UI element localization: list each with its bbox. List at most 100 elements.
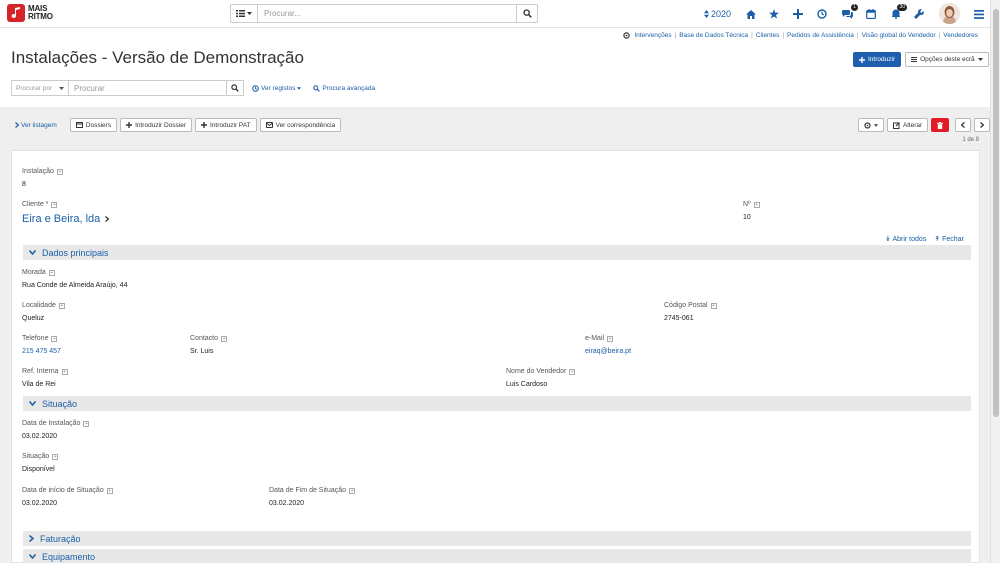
link-assistance-requests[interactable]: Pedidos de Assistência (787, 32, 854, 39)
view-records-dropdown[interactable]: Ver registos (252, 84, 302, 92)
link-clients[interactable]: Clientes (756, 32, 779, 39)
settings-button[interactable] (912, 7, 926, 21)
advanced-search-link[interactable]: Procura avançada (313, 85, 375, 92)
previous-record-button[interactable] (955, 118, 972, 132)
view-correspondence-button[interactable]: Ver correspondência (259, 118, 342, 132)
support-button[interactable]: 1 (840, 4, 858, 21)
expand-icon[interactable]: + (753, 201, 760, 208)
record-search-input[interactable]: Procurar (68, 80, 227, 96)
expand-icon[interactable]: + (56, 168, 63, 175)
locality-value: Queluz (22, 315, 45, 322)
installation-value: 8 (22, 181, 26, 188)
client-link[interactable]: Eira e Beira, lda (22, 213, 100, 225)
add-pat-button[interactable]: Introduzir PAT (195, 118, 257, 132)
field-label: Contacto (190, 335, 219, 342)
close-all-link[interactable]: ↟ Fechar (934, 235, 964, 243)
introduce-button[interactable]: Introduzir (853, 52, 902, 67)
expand-icon[interactable]: + (569, 368, 576, 375)
email-link[interactable]: eiraq@beira.pt (585, 348, 631, 355)
page-title: Instalações - Versão de Demonstração (11, 48, 304, 67)
seller-value: Luis Cardoso (506, 381, 548, 388)
view-list-link[interactable]: Ver listagem (15, 122, 57, 129)
record-search-button[interactable] (227, 80, 244, 96)
open-all-link[interactable]: ↡ Abrir todos (885, 235, 926, 243)
expand-icon[interactable]: + (61, 368, 68, 375)
global-search-input[interactable] (258, 5, 516, 22)
next-record-button[interactable] (974, 118, 991, 132)
eye-icon (252, 84, 259, 92)
record-actions: Alterar (858, 118, 991, 132)
plus-icon (201, 122, 208, 128)
favorites-button[interactable] (767, 7, 781, 21)
chevron-down-icon (29, 554, 36, 559)
add-dossier-button[interactable]: Introduzir Dossier (120, 118, 193, 132)
expand-icon[interactable]: + (106, 487, 113, 494)
record-card: Instalação + 8 Cliente * + Eira e Beira, l… (11, 150, 980, 563)
year-selector[interactable]: 2020 (704, 9, 731, 19)
gear-icon (864, 121, 871, 129)
expand-icon[interactable]: + (710, 302, 717, 309)
search-button[interactable] (516, 5, 537, 22)
search-scope-dropdown[interactable] (231, 5, 258, 22)
delete-button[interactable] (931, 118, 950, 132)
top-bar: MAISRITMO 2020 1 30 (0, 0, 990, 28)
list-icon (911, 57, 918, 62)
search-by-select[interactable]: Procurar por (11, 80, 68, 96)
expand-icon[interactable]: + (221, 335, 228, 342)
section-equipment[interactable]: Equipamento (23, 549, 971, 563)
chevron-down-icon (29, 250, 36, 255)
address-value: Rua Conde de Almeida Araújo, 44 (22, 282, 128, 289)
contact-value: Sr. Luis (190, 348, 214, 355)
notifications-button[interactable]: 30 (889, 4, 907, 21)
link-seller-overview[interactable]: Visão global do Vendedor (862, 32, 936, 39)
plus-icon (126, 122, 133, 128)
calendar-button[interactable] (864, 7, 878, 21)
expand-icon[interactable]: + (48, 269, 55, 276)
field-status: Situação + Disponível (22, 453, 59, 473)
add-button[interactable] (791, 7, 805, 21)
home-button[interactable] (744, 7, 758, 21)
situation-end-value: 03.02.2020 (269, 500, 305, 507)
field-install-date: Data de Instalação + 03.02.2020 (22, 420, 90, 440)
expand-icon[interactable]: + (83, 420, 90, 427)
field-label: Ref. Interna (22, 368, 59, 375)
field-label: Situação (22, 453, 50, 460)
phone-link[interactable]: 215 475 457 (22, 348, 61, 355)
sort-icon (704, 10, 709, 18)
section-billing[interactable]: Faturação (23, 531, 971, 546)
field-label: Localidade (22, 302, 56, 309)
screen-options-button[interactable]: Opções deste ecrã (905, 52, 989, 67)
chevron-left-icon (961, 122, 966, 128)
trash-icon (937, 121, 944, 129)
edit-icon (893, 121, 900, 129)
expand-icon[interactable]: + (51, 201, 58, 208)
record-toolbar: Ver listagem Dossiers Introduzir Dossier… (15, 118, 342, 132)
expand-icon[interactable]: + (607, 335, 614, 342)
list-icon (236, 10, 245, 17)
page-scrollbar[interactable] (990, 0, 1000, 563)
expand-controls: ↡ Abrir todos ↟ Fechar (885, 235, 964, 243)
caret-down-icon (59, 86, 64, 90)
expand-icon[interactable]: + (349, 487, 356, 494)
section-main-data[interactable]: Dados principais (23, 245, 971, 260)
field-situation-start: Data de início de Situação + 03.02.2020 (22, 487, 113, 507)
link-interventions[interactable]: Intervenções (634, 32, 671, 39)
user-avatar[interactable] (939, 3, 960, 24)
history-button[interactable] (815, 7, 829, 21)
header-actions: Introduzir Opções deste ecrã (853, 52, 989, 67)
section-situation[interactable]: Situação (23, 396, 971, 411)
field-locality: Localidade + Queluz (22, 302, 65, 322)
expand-icon[interactable]: + (51, 335, 58, 342)
expand-icon[interactable]: + (58, 302, 65, 309)
dossiers-button[interactable]: Dossiers (69, 118, 118, 132)
expand-icon[interactable]: + (52, 453, 59, 460)
scrollbar-thumb[interactable] (993, 9, 999, 417)
envelope-icon (265, 122, 273, 128)
app-logo[interactable]: MAIS RITMO (7, 4, 53, 22)
record-settings-dropdown[interactable] (858, 118, 884, 132)
main-menu-button[interactable] (972, 7, 986, 21)
link-technical-db[interactable]: Base de Dados Técnica (679, 32, 748, 39)
link-sellers[interactable]: Vendedores (943, 32, 978, 39)
field-internal-ref: Ref. Interna + Vila de Rei (22, 368, 68, 388)
edit-button[interactable]: Alterar (887, 118, 929, 132)
